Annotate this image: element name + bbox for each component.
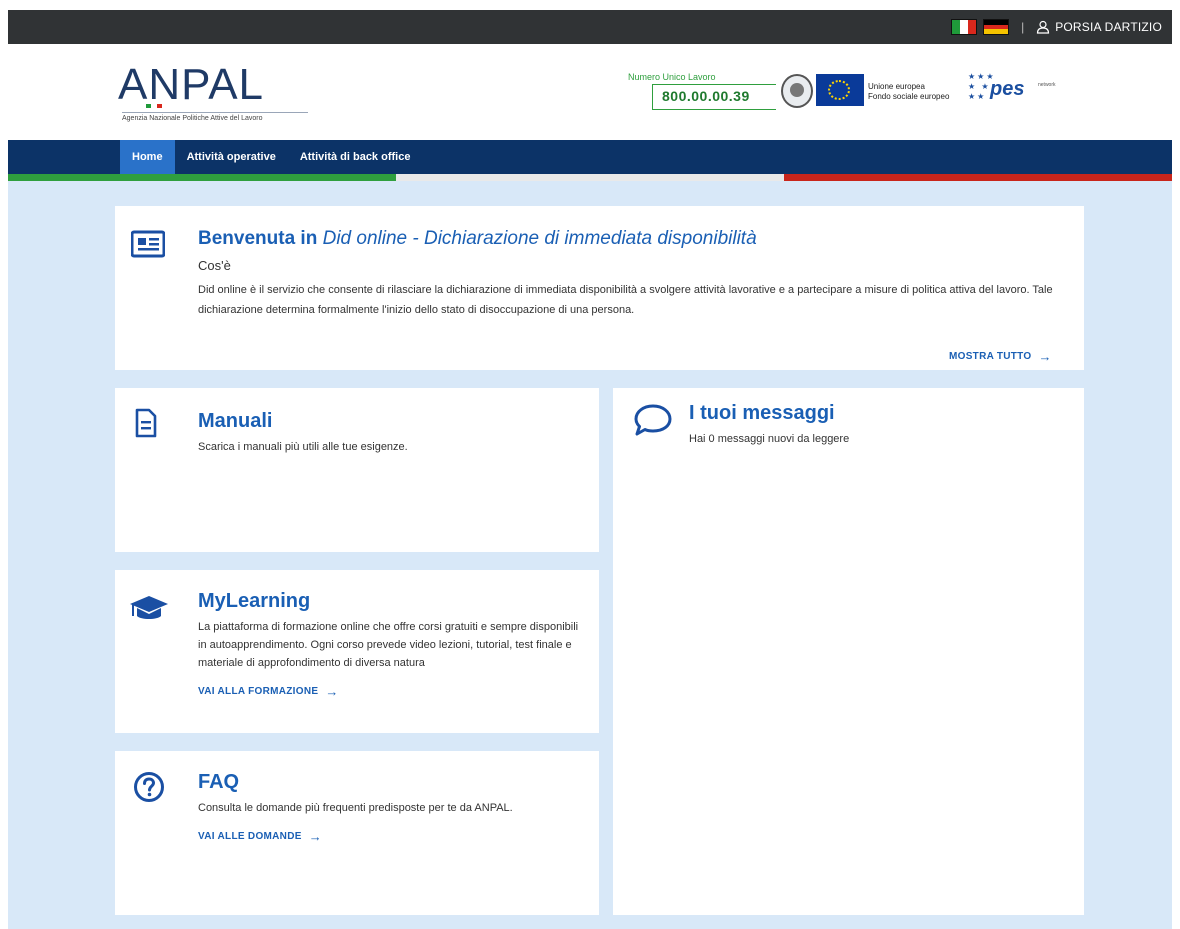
welcome-title-bold: Benvenuta in	[198, 228, 318, 249]
arrow-right-icon: →	[325, 684, 339, 699]
graduation-cap-icon	[130, 596, 168, 619]
top-utility-bar: | PORSIA DARTIZIO	[8, 10, 1172, 44]
manuali-card[interactable]: Manuali Scarica i manuali più utili alle…	[115, 388, 599, 552]
welcome-card: Benvenuta in Did online - Dichiarazione …	[115, 206, 1084, 370]
welcome-title: Benvenuta in Did online - Dichiarazione …	[198, 228, 757, 250]
italian-flag-icon[interactable]	[951, 19, 978, 35]
nav-item-attivita-back-office[interactable]: Attività di back office	[288, 140, 423, 174]
logo-divider	[122, 112, 308, 113]
user-icon[interactable]	[1036, 20, 1050, 34]
mylearning-text: La piattaforma di formazione online che …	[198, 621, 579, 669]
site-header: ANPAL Agenzia Nazionale Politiche Attive…	[8, 44, 1172, 140]
german-flag-icon[interactable]	[983, 19, 1010, 35]
eu-text-line2: Fondo sociale europeo	[868, 92, 950, 101]
eu-flag-icon	[816, 74, 864, 106]
main-content: Benvenuta in Did online - Dichiarazione …	[8, 181, 1172, 929]
welcome-description: Did online è il servizio che consente di…	[198, 284, 1053, 316]
welcome-subtitle: Cos'è	[198, 258, 231, 273]
question-circle-icon	[134, 772, 164, 802]
messaggi-card[interactable]: I tuoi messaggi Hai 0 messaggi nuovi da …	[613, 388, 1084, 915]
mostra-tutto-label: MOSTRA TUTTO	[949, 351, 1032, 362]
faq-text: Consulta le domande più frequenti predis…	[198, 802, 513, 814]
nav-item-attivita-operative[interactable]: Attività operative	[175, 140, 288, 174]
logo-flag-icon	[146, 104, 162, 108]
vai-alle-domande-link[interactable]: VAI ALLE DOMANDE →	[198, 829, 322, 844]
faq-card: FAQ Consulta le domande più frequenti pr…	[115, 751, 599, 915]
newspaper-icon	[131, 230, 165, 258]
vai-alla-formazione-link[interactable]: VAI ALLA FORMAZIONE →	[198, 684, 339, 699]
pes-stars-icon: ★★★ ★ ★ ★★	[968, 72, 996, 101]
arrow-right-icon: →	[308, 829, 322, 844]
logo-text: ANPAL	[118, 60, 265, 109]
pes-small-text: network	[1038, 82, 1056, 88]
pes-network-logo: ★★★ ★ ★ ★★ pes network	[968, 72, 1068, 112]
mostra-tutto-link[interactable]: MOSTRA TUTTO →	[949, 349, 1052, 364]
user-name[interactable]: PORSIA DARTIZIO	[1055, 20, 1162, 34]
anpal-logo[interactable]: ANPAL Agenzia Nazionale Politiche Attive…	[118, 60, 318, 130]
vai-alle-domande-label: VAI ALLE DOMANDE	[198, 831, 302, 842]
main-navigation: Home Attività operative Attività di back…	[8, 140, 1172, 174]
faq-title: FAQ	[198, 771, 240, 793]
document-icon	[135, 408, 157, 438]
logo-subtitle: Agenzia Nazionale Politiche Attive del L…	[122, 115, 263, 122]
mylearning-card: MyLearning La piattaforma di formazione …	[115, 570, 599, 733]
welcome-title-italic: Did online - Dichiarazione di immediata …	[322, 228, 757, 249]
chat-bubble-icon	[634, 404, 672, 436]
nav-item-home[interactable]: Home	[120, 140, 175, 174]
numero-unico-label: Numero Unico Lavoro	[628, 72, 716, 82]
separator: |	[1021, 20, 1025, 34]
vai-alla-formazione-label: VAI ALLA FORMAZIONE	[198, 686, 319, 697]
pes-word: pes	[990, 78, 1025, 100]
mylearning-title: MyLearning	[198, 590, 311, 612]
eu-text-line1: Unione europea	[868, 82, 925, 91]
numero-unico-lavoro[interactable]: Numero Unico Lavoro 800.00.00.39	[628, 72, 778, 112]
italian-republic-emblem-icon	[781, 74, 813, 108]
tricolor-stripe	[8, 174, 1172, 181]
arrow-right-icon: →	[1038, 349, 1052, 364]
manuali-text: Scarica i manuali più utili alle tue esi…	[198, 441, 408, 453]
numero-unico-value: 800.00.00.39	[662, 88, 750, 104]
eu-text: Unione europea Fondo sociale europeo	[868, 82, 949, 102]
messaggi-title: I tuoi messaggi	[689, 402, 835, 424]
messaggi-text: Hai 0 messaggi nuovi da leggere	[689, 433, 850, 445]
manuali-title: Manuali	[198, 410, 273, 432]
